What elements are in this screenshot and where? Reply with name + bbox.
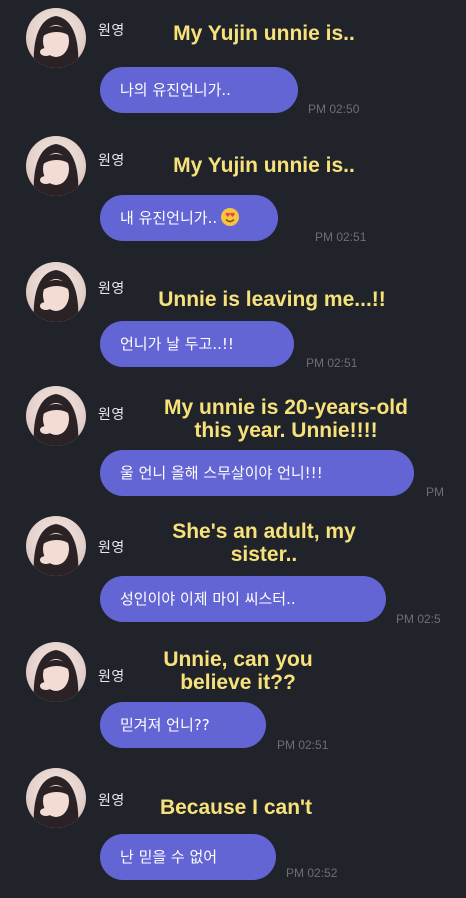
translation-caption: Unnie, can you believe it?? <box>140 648 336 694</box>
avatar[interactable] <box>26 516 86 576</box>
caption-line: this year. Unnie!!!! <box>194 419 378 442</box>
message-bubble[interactable]: 성인이야 이제 마이 씨스터.. <box>100 576 386 622</box>
avatar[interactable] <box>26 386 86 446</box>
message-text: 내 유진언니가.. <box>120 209 218 227</box>
translation-caption: She's an adult, my sister.. <box>144 520 384 566</box>
avatar[interactable] <box>26 768 86 828</box>
avatar[interactable] <box>26 8 86 68</box>
message-timestamp: PM 02:51 <box>315 230 367 244</box>
message-bubble[interactable]: 울 언니 올해 스무살이야 언니!!! <box>100 450 414 496</box>
caption-line: Unnie, can you <box>163 648 313 671</box>
caption-line: My unnie is 20-years-old <box>164 396 408 419</box>
message-bubble[interactable]: 언니가 날 두고..!! <box>100 321 294 367</box>
message-bubble[interactable]: 믿겨져 언니?? <box>100 702 266 748</box>
avatar[interactable] <box>26 136 86 196</box>
message-bubble[interactable]: 난 믿을 수 없어 <box>100 834 276 880</box>
sender-name: 원영 <box>98 407 125 423</box>
caption-line: She's an adult, my <box>172 520 356 543</box>
sender-name: 원영 <box>98 540 125 556</box>
avatar[interactable] <box>26 642 86 702</box>
heart-eyes-emoji-icon <box>220 199 240 226</box>
translation-caption: My unnie is 20-years-old this year. Unni… <box>138 396 434 442</box>
message-timestamp: PM 02:5 <box>396 612 441 626</box>
translation-caption: My Yujin unnie is.. <box>173 22 355 45</box>
message-bubble[interactable]: 내 유진언니가.. <box>100 195 278 241</box>
message-bubble[interactable]: 나의 유진언니가.. <box>100 67 298 113</box>
translation-caption: Unnie is leaving me...!! <box>158 288 386 311</box>
sender-name: 원영 <box>98 793 125 809</box>
caption-line: believe it?? <box>180 671 296 694</box>
sender-name: 원영 <box>98 281 125 297</box>
sender-name: 원영 <box>98 669 125 685</box>
message-timestamp: PM 02:52 <box>286 866 338 880</box>
translation-caption: My Yujin unnie is.. <box>173 154 355 177</box>
caption-line: sister.. <box>230 543 298 566</box>
translation-caption: Because I can't <box>159 796 313 819</box>
sender-name: 원영 <box>98 153 125 169</box>
message-timestamp: PM 02:51 <box>277 738 329 752</box>
sender-name: 원영 <box>98 23 125 39</box>
avatar[interactable] <box>26 262 86 322</box>
message-timestamp: PM <box>426 485 444 499</box>
message-timestamp: PM 02:50 <box>308 102 360 116</box>
message-timestamp: PM 02:51 <box>306 356 358 370</box>
